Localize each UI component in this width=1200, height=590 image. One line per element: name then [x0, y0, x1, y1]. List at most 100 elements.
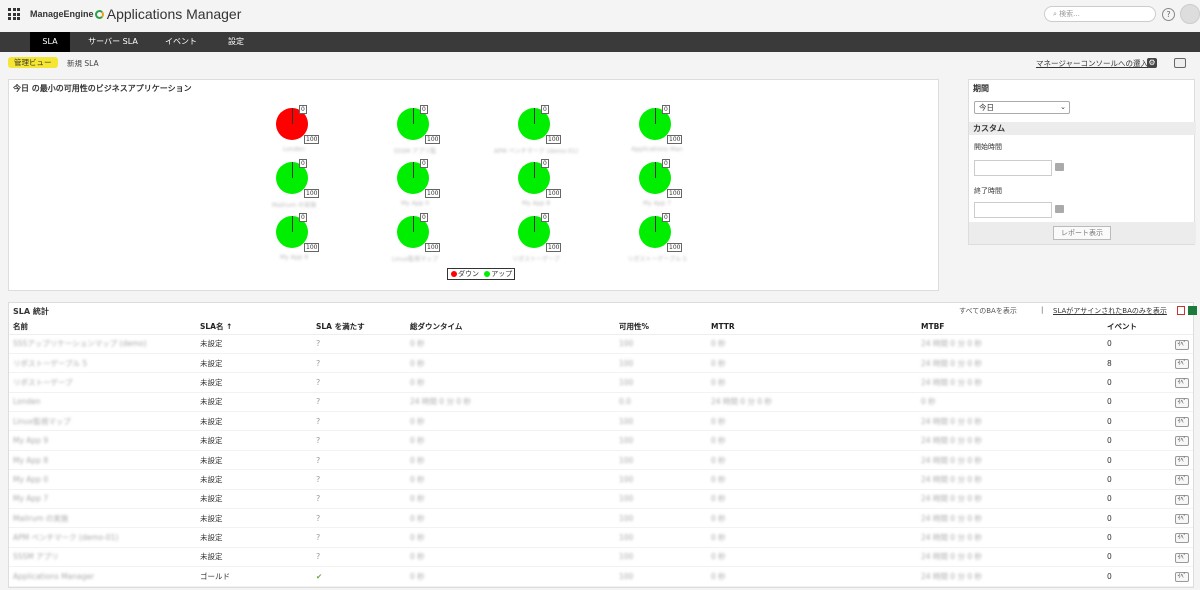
end-time-input[interactable]: [974, 202, 1052, 218]
events-cell-text: 0: [1107, 571, 1112, 581]
brand-logo[interactable]: ManageEngine Applications Manager: [30, 6, 241, 22]
event-details-button[interactable]: ｲﾍﾞ: [1175, 533, 1189, 544]
table-row[interactable]: My App 0 未設定? 0 秒 100 0 秒 24 時間 0 分 0 秒 0 ｲﾍﾞ: [9, 469, 1193, 490]
event-details-button[interactable]: ｲﾍﾞ: [1175, 552, 1189, 563]
ba-name-label[interactable]: My App 8: [491, 200, 581, 207]
pdf-export-icon[interactable]: [1177, 306, 1185, 315]
show-report-button[interactable]: レポート表示: [1053, 226, 1111, 240]
table-row[interactable]: Linux監視マップ 未設定? 0 秒 100 0 秒 24 時間 0 分 0 秒 0 ｲﾍﾞ: [9, 411, 1193, 432]
app-grid-icon[interactable]: [8, 8, 20, 20]
ba-availability-item[interactable]: 0 100 My App 9: [264, 213, 324, 268]
ba-availability-item[interactable]: 0 100 Mailrum の実施: [264, 159, 324, 214]
show-assigned-ba-link[interactable]: SLAがアサインされたBAのみを表示: [1053, 306, 1167, 316]
ba-name-cell[interactable]: Applications Manager: [9, 566, 196, 587]
event-details-button[interactable]: ｲﾍﾞ: [1175, 417, 1189, 428]
ba-name-cell[interactable]: SSSM アプリ: [9, 547, 196, 568]
table-row[interactable]: APM ベンチマーク (demo-01) 未設定? 0 秒 100 0 秒 24 時間 0…: [9, 527, 1193, 548]
admin-view-tab[interactable]: 管理ビュー: [8, 57, 58, 68]
ba-name-label[interactable]: リポストーゲープ: [491, 254, 581, 263]
settings-gear-icon[interactable]: ⚙: [1147, 58, 1157, 68]
table-row[interactable]: SSSM アプリ 未設定? 0 秒 100 0 秒 24 時間 0 分 0 秒 0 ｲﾍﾞ: [9, 547, 1193, 568]
ba-name-label[interactable]: Londen: [249, 146, 339, 153]
ba-availability-item[interactable]: 0 100 リポストーゲープル 5: [627, 213, 687, 268]
table-row[interactable]: My App 7 未設定? 0 秒 100 0 秒 24 時間 0 分 0 秒 0 ｲﾍﾞ: [9, 489, 1193, 510]
ba-availability-item[interactable]: 0 100 Applications Man: [627, 105, 687, 160]
col-sla-name[interactable]: SLA名 ↑: [196, 319, 312, 335]
col-downtime[interactable]: 総ダウンタイム: [406, 319, 615, 335]
printer-icon[interactable]: [1174, 58, 1186, 68]
tab-settings[interactable]: 設定: [216, 32, 256, 52]
col-events[interactable]: イベント: [1103, 319, 1193, 335]
ba-name-label[interactable]: SSSM アプリ監: [370, 146, 460, 155]
help-icon[interactable]: ?: [1162, 8, 1175, 21]
ba-availability-item[interactable]: 0 100 Londen: [264, 105, 324, 160]
downtime-cell: 0 秒: [406, 566, 615, 587]
col-sla-met[interactable]: SLA を満たす: [312, 319, 406, 335]
ba-name-label[interactable]: My App 7: [612, 200, 702, 207]
ba-name-cell[interactable]: My App 7: [9, 489, 196, 510]
search-input[interactable]: ⌕ 検索...: [1044, 6, 1156, 22]
table-row[interactable]: Applications Manager ゴールド ✔ 0 秒 100 0 秒 24 時間 …: [9, 566, 1193, 587]
event-details-button[interactable]: ｲﾍﾞ: [1175, 475, 1189, 486]
event-details-button[interactable]: ｲﾍﾞ: [1175, 455, 1189, 466]
event-details-button[interactable]: ｲﾍﾞ: [1175, 378, 1189, 389]
ba-name-label[interactable]: My App 0: [370, 200, 460, 207]
end-calendar-icon[interactable]: [1055, 205, 1064, 213]
ba-name-label[interactable]: Applications Man: [612, 146, 702, 153]
show-all-ba-link[interactable]: すべてのBAを表示: [959, 306, 1017, 316]
sla-name-cell-text: 未設定: [200, 377, 223, 387]
ba-name-label[interactable]: リポストーゲープル 5: [612, 254, 702, 263]
avatar[interactable]: [1180, 4, 1200, 24]
excel-export-icon[interactable]: [1188, 306, 1197, 315]
ba-name-cell[interactable]: Londen: [9, 392, 196, 413]
ba-name-label[interactable]: Mailrum の実施: [249, 200, 339, 209]
tab-server-sla[interactable]: サーバー SLA: [80, 32, 146, 52]
col-mttr[interactable]: MTTR: [707, 319, 917, 335]
table-row[interactable]: Londen 未設定? 24 時間 0 分 0 秒 0.0 24 時間 0 分 0 秒 0…: [9, 392, 1193, 413]
event-details-button[interactable]: ｲﾍﾞ: [1175, 572, 1189, 583]
ba-name-cell[interactable]: SSSアップリケーションマップ (demo): [9, 334, 196, 354]
table-row[interactable]: リポストーゲープル 5 未設定? 0 秒 100 0 秒 24 時間 0 分 0 秒 8 ｲﾍ…: [9, 353, 1193, 374]
ba-availability-item[interactable]: 0 100 Linux監視マップ: [385, 213, 445, 268]
ba-name-label[interactable]: APM ベンチマーク (demo-01): [491, 146, 581, 155]
event-details-button[interactable]: ｲﾍﾞ: [1175, 514, 1189, 525]
col-name[interactable]: 名前: [9, 319, 196, 335]
new-sla-link[interactable]: 新規 SLA: [67, 58, 99, 69]
start-time-input[interactable]: [974, 160, 1052, 176]
ba-name-cell[interactable]: My App 8: [9, 450, 196, 471]
ba-name-cell[interactable]: My App 9: [9, 430, 196, 451]
ba-availability-item[interactable]: 0 100 SSSM アプリ監: [385, 105, 445, 160]
table-row[interactable]: My App 8 未設定? 0 秒 100 0 秒 24 時間 0 分 0 秒 0 ｲﾍﾞ: [9, 450, 1193, 471]
ba-name-cell[interactable]: Mailrum の実施: [9, 508, 196, 529]
table-row[interactable]: My App 9 未設定? 0 秒 100 0 秒 24 時間 0 分 0 秒 0 ｲﾍﾞ: [9, 430, 1193, 451]
mttr-cell: 0 秒: [707, 430, 917, 451]
col-availability[interactable]: 可用性%: [615, 319, 707, 335]
event-details-button[interactable]: ｲﾍﾞ: [1175, 436, 1189, 447]
ba-name-cell[interactable]: APM ベンチマーク (demo-01): [9, 527, 196, 548]
tab-sla[interactable]: SLA: [30, 32, 70, 52]
ba-name-cell[interactable]: Linux監視マップ: [9, 411, 196, 432]
event-details-button[interactable]: ｲﾍﾞ: [1175, 339, 1189, 350]
ba-name-cell[interactable]: リポストーゲープル 5: [9, 353, 196, 374]
event-details-button[interactable]: ｲﾍﾞ: [1175, 494, 1189, 505]
ba-availability-item[interactable]: 0 100 My App 7: [627, 159, 687, 214]
ba-availability-item[interactable]: 0 100 My App 8: [506, 159, 566, 214]
ba-availability-item[interactable]: 0 100 リポストーゲープ: [506, 213, 566, 268]
manager-console-link[interactable]: マネージャーコンソールへの遷入: [1036, 58, 1148, 69]
col-mtbf[interactable]: MTBF: [917, 319, 1103, 335]
event-details-button[interactable]: ｲﾍﾞ: [1175, 358, 1189, 369]
table-row[interactable]: Mailrum の実施 未設定? 0 秒 100 0 秒 24 時間 0 分 0 秒 0 ｲﾍ…: [9, 508, 1193, 529]
ba-availability-item[interactable]: 0 100 APM ベンチマーク (demo-01): [494, 105, 578, 160]
ba-name-label[interactable]: Linux監視マップ: [370, 254, 460, 263]
event-details-button[interactable]: ｲﾍﾞ: [1175, 397, 1189, 408]
table-row[interactable]: リポストーゲープ 未設定? 0 秒 100 0 秒 24 時間 0 分 0 秒 0 ｲﾍﾞ: [9, 372, 1193, 393]
ba-name-label[interactable]: My App 9: [249, 254, 339, 261]
ba-name-cell[interactable]: リポストーゲープ: [9, 372, 196, 393]
period-select[interactable]: 今日 ⌄: [974, 101, 1070, 114]
start-calendar-icon[interactable]: [1055, 163, 1064, 171]
ba-availability-item[interactable]: 0 100 My App 0: [385, 159, 445, 214]
sla-met-cell: ?: [312, 372, 406, 393]
table-row[interactable]: SSSアップリケーションマップ (demo) 未設定? 0 秒 100 0 秒 24 時間…: [9, 334, 1193, 354]
tab-events[interactable]: イベント: [156, 32, 206, 52]
ba-name-cell[interactable]: My App 0: [9, 469, 196, 490]
